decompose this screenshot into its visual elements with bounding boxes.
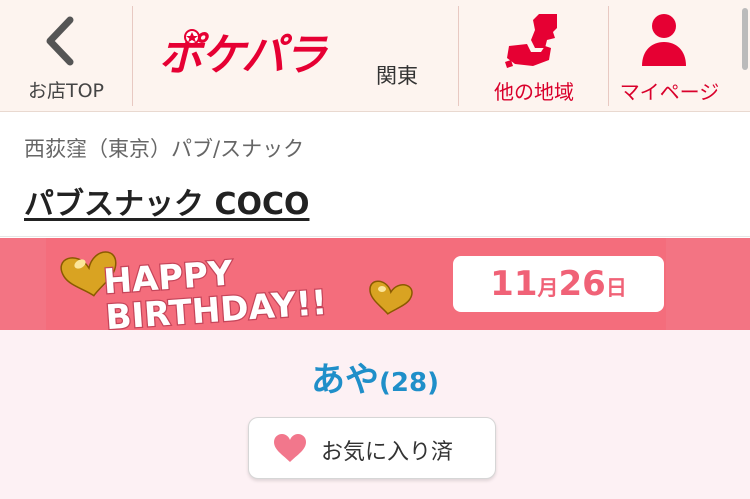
cast-name-heading: あや(28) [0,352,750,401]
day-unit: 日 [605,276,627,300]
person-icon [642,14,686,66]
heart-icon [274,434,306,462]
shop-category: 西荻窪（東京）パブ/スナック [24,137,305,161]
cast-name: あや [311,360,380,400]
logo-area[interactable]: ポケパラ 関東 [133,0,458,112]
happy-birthday-graphic: HAPPY BIRTHDAY!! [60,251,413,330]
birthday-day: 26 [558,264,606,304]
favorite-button[interactable]: お気に入り済 [248,417,496,479]
back-label: お店TOP [27,80,105,102]
month-unit: 月 [537,276,559,300]
shop-info: 西荻窪（東京）パブ/スナック パブスナック COCO [0,113,750,237]
other-regions-label: 他の地域 [494,80,574,104]
birthday-date: 11月26日 [453,256,664,312]
other-regions-button[interactable]: 他の地域 [459,0,609,112]
map-pin-icon [505,14,557,68]
pokepara-logo: ポケパラ [159,29,330,76]
mypage-label: マイページ [619,80,720,104]
chevron-left-icon [46,16,74,66]
app-header: お店TOP ポケパラ 関東 他の地域 マイページ [0,0,750,112]
scrollbar[interactable] [742,8,748,70]
shop-name-link[interactable]: パブスナック COCO [24,179,309,223]
mypage-button[interactable]: マイページ [609,0,750,112]
birthday-banner: HAPPY BIRTHDAY!! 11月26日 [0,238,750,330]
favorite-label: お気に入り済 [321,440,454,465]
birthday-month: 11 [490,264,538,304]
cast-profile: あや(28) お気に入り済 [0,330,750,499]
back-to-shop-top-button[interactable]: お店TOP [0,0,132,112]
gold-heart-icon [369,280,413,315]
current-region: 関東 [376,64,418,88]
cast-age: (28) [379,368,439,398]
